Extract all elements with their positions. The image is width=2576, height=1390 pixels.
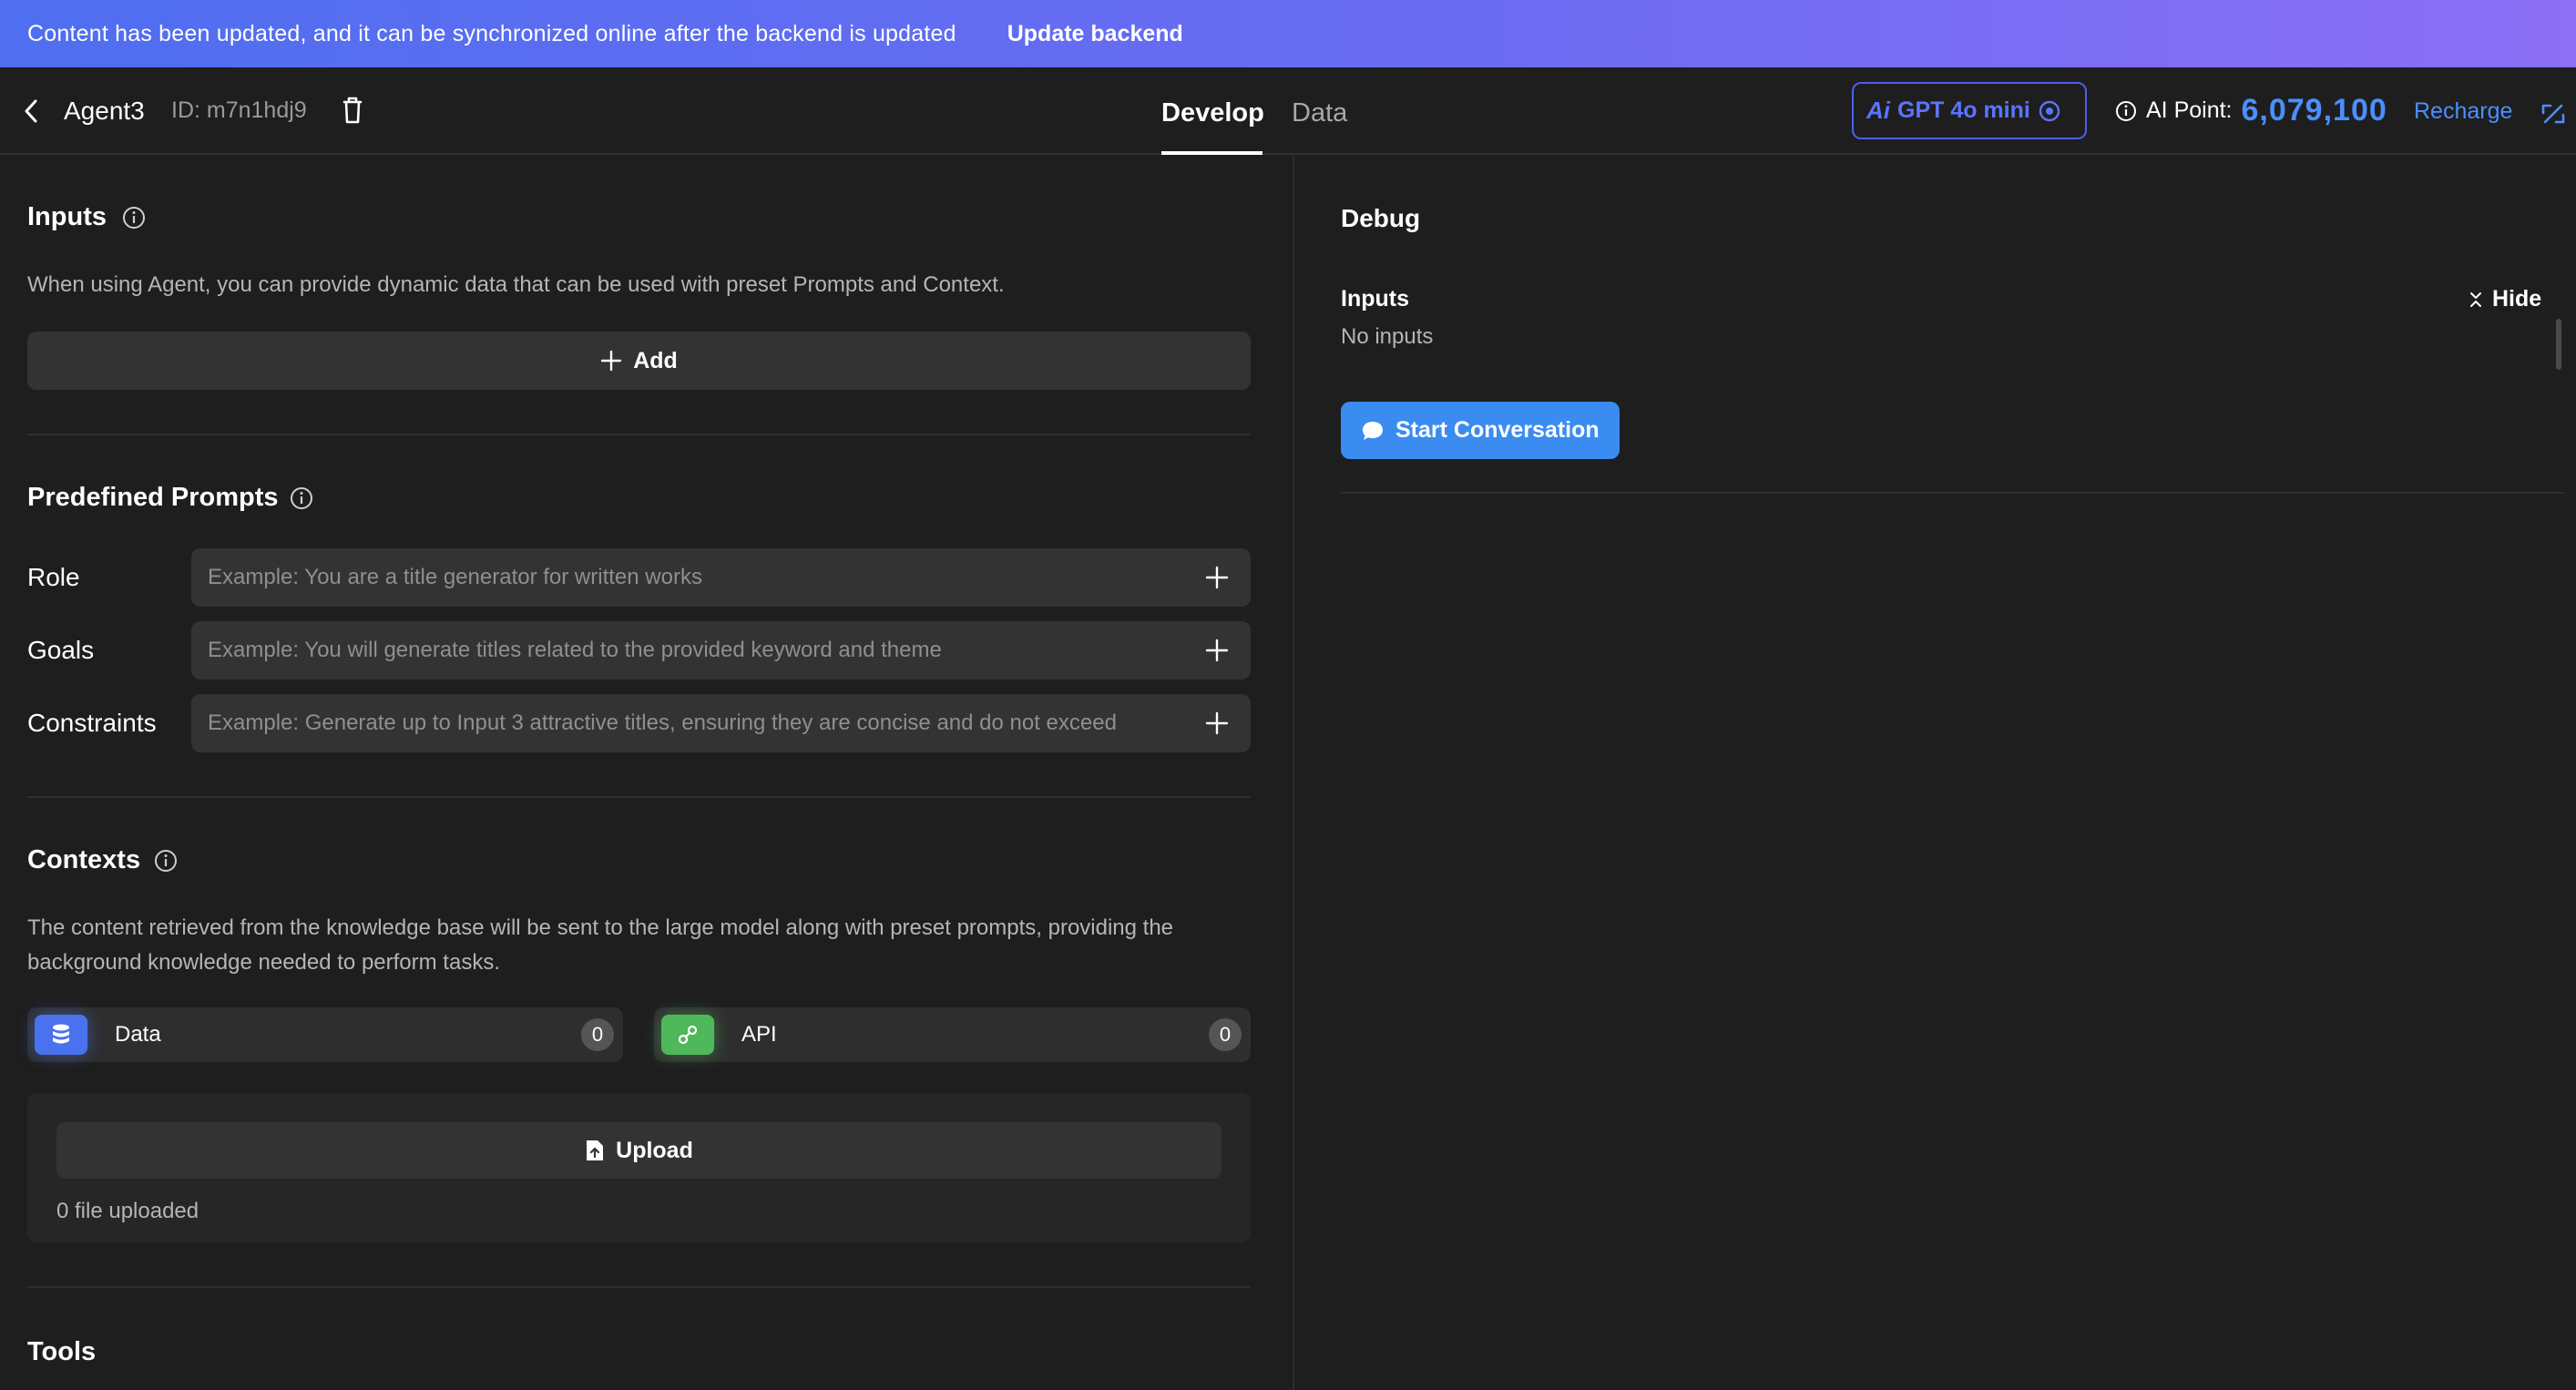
prompt-row-role: Role Example: You are a title generator …: [27, 548, 1251, 607]
update-backend-button[interactable]: Update backend: [1007, 21, 1183, 47]
start-conversation-label: Start Conversation: [1395, 417, 1600, 443]
predefined-prompts-title: Predefined Prompts: [27, 483, 279, 512]
add-input-button[interactable]: Add: [27, 332, 1251, 390]
role-placeholder: Example: You are a title generator for w…: [208, 565, 702, 589]
goals-placeholder: Example: You will generate titles relate…: [208, 638, 942, 662]
context-api-count: 0: [1209, 1018, 1242, 1051]
prompt-row-goals: Goals Example: You will generate titles …: [27, 621, 1251, 680]
context-data-label: Data: [115, 1022, 161, 1047]
chat-bubble-icon: [1363, 421, 1383, 440]
debug-divider: [1341, 492, 2564, 494]
collapse-icon: [2541, 104, 2565, 124]
context-data-card[interactable]: Data 0: [27, 1007, 623, 1062]
prompt-label: Constraints: [27, 709, 157, 737]
section-divider: [27, 1286, 1251, 1288]
upload-file-icon: [587, 1140, 604, 1160]
info-icon[interactable]: [122, 206, 146, 230]
link-icon: [661, 1015, 714, 1055]
uploaded-count: 0 file uploaded: [56, 1199, 199, 1223]
context-api-label: API: [741, 1022, 777, 1047]
plus-icon: [600, 350, 622, 372]
model-selector-button[interactable]: Ai GPT 4o mini: [1852, 82, 2087, 139]
contexts-description: The content retrieved from the knowledge…: [27, 915, 1174, 975]
prompt-label: Goals: [27, 636, 95, 664]
develop-panel: Inputs When using Agent, you can provide…: [0, 155, 1294, 1390]
plus-icon[interactable]: [1205, 566, 1229, 589]
agent-id: ID: m7n1hdj9: [171, 97, 307, 123]
prompt-label: Role: [27, 563, 80, 591]
start-conversation-button[interactable]: Start Conversation: [1341, 402, 1620, 459]
role-input[interactable]: Example: You are a title generator for w…: [191, 548, 1251, 607]
contexts-title: Contexts: [27, 845, 141, 874]
ai-points-label: AI Point:: [2146, 97, 2233, 123]
goals-input[interactable]: Example: You will generate titles relate…: [191, 621, 1251, 680]
scrollbar[interactable]: [2556, 319, 2561, 370]
section-divider: [27, 796, 1251, 798]
info-icon[interactable]: [290, 486, 313, 510]
debug-title: Debug: [1341, 204, 1421, 232]
inputs-title: Inputs: [27, 202, 107, 231]
trash-icon: [342, 97, 363, 124]
debug-inputs-label: Inputs: [1341, 286, 1409, 312]
upload-label: Upload: [616, 1137, 693, 1163]
agent-name: Agent3: [64, 97, 145, 125]
constraints-placeholder: Example: Generate up to Input 3 attracti…: [208, 710, 1117, 735]
upload-button[interactable]: Upload: [56, 1122, 1222, 1179]
context-api-card[interactable]: API 0: [654, 1007, 1251, 1062]
info-icon[interactable]: [154, 849, 178, 873]
settings-circle-icon: [2039, 100, 2060, 121]
section-divider: [27, 434, 1251, 435]
update-banner: Content has been updated, and it can be …: [0, 0, 2576, 67]
plus-icon[interactable]: [1205, 639, 1229, 662]
debug-panel: Debug Inputs No inputs Start Conversatio…: [1296, 155, 2576, 1390]
recharge-link[interactable]: Recharge: [2414, 98, 2512, 125]
collapse-arrows-icon: [2470, 291, 2481, 307]
upload-box: Upload 0 file uploaded: [27, 1093, 1251, 1242]
plus-icon[interactable]: [1205, 711, 1229, 735]
ai-points-value: 6,079,100: [2241, 93, 2387, 128]
context-data-count: 0: [581, 1018, 614, 1051]
tab-data[interactable]: Data: [1292, 98, 1347, 128]
add-input-label: Add: [633, 347, 678, 373]
delete-button[interactable]: [339, 95, 366, 126]
ai-points: AI Point: 6,079,100: [2115, 93, 2387, 128]
tools-title: Tools: [27, 1337, 97, 1366]
banner-message: Content has been updated, and it can be …: [27, 20, 956, 46]
chevron-left-icon: [25, 99, 37, 123]
inputs-description: When using Agent, you can provide dynami…: [27, 272, 1005, 297]
top-header: Agent3 ID: m7n1hdj9 Develop Data Ai GPT …: [0, 67, 2576, 155]
hide-inputs-button[interactable]: Hide: [2469, 286, 2541, 312]
model-name: GPT 4o mini: [1897, 97, 2030, 123]
hide-label: Hide: [2492, 286, 2542, 312]
info-icon: [2116, 100, 2136, 121]
database-icon: [35, 1015, 87, 1055]
back-button[interactable]: [15, 95, 47, 128]
tab-develop[interactable]: Develop: [1161, 98, 1264, 128]
collapse-panel-button[interactable]: [2540, 100, 2567, 128]
constraints-input[interactable]: Example: Generate up to Input 3 attracti…: [191, 694, 1251, 752]
prompt-row-constraints: Constraints Example: Generate up to Inpu…: [27, 694, 1251, 752]
ai-logo-icon: Ai: [1866, 97, 1890, 124]
debug-no-inputs: No inputs: [1341, 324, 1434, 349]
